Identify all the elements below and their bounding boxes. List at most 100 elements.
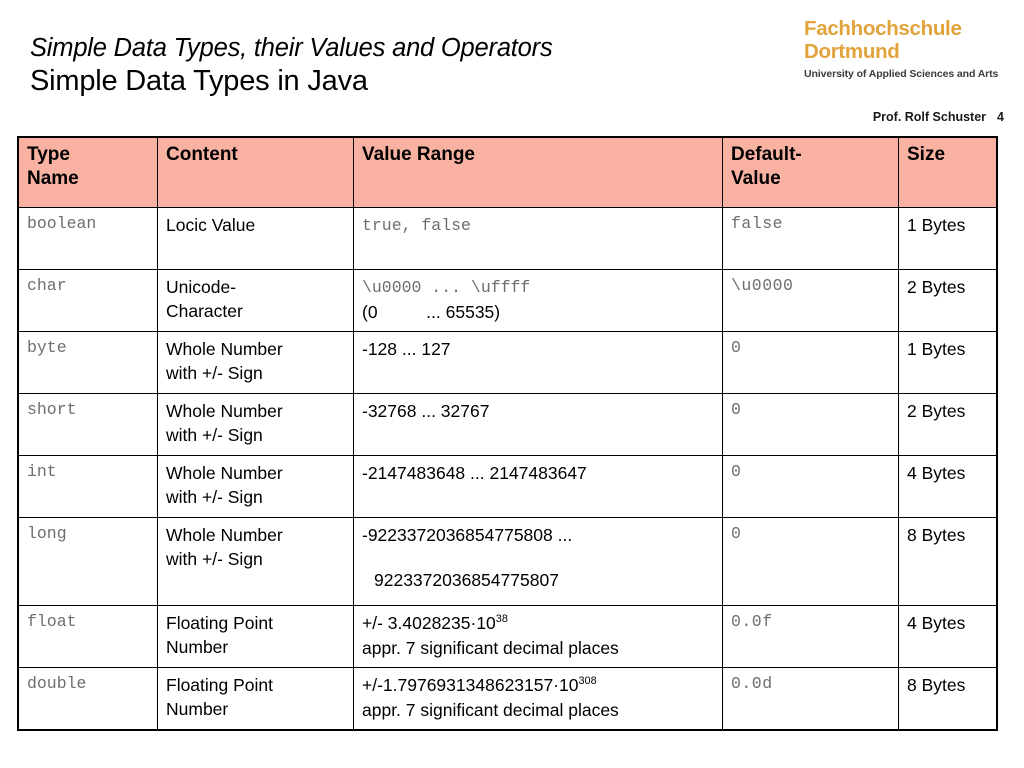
- cell-content-line1: Floating Point: [166, 613, 274, 633]
- cell-content-line1: Unicode-: [166, 277, 237, 297]
- range-exponent: 38: [495, 613, 508, 626]
- cell-size: 8 Bytes: [898, 517, 997, 606]
- column-header-default-value-l1: Default-: [731, 144, 802, 165]
- cell-size: 2 Bytes: [898, 393, 997, 456]
- column-header-type-name: Type Name: [18, 137, 158, 208]
- cell-value-range: +/- 3.4028235·1038 appr. 7 significant de…: [353, 605, 723, 668]
- cell-type-name: float: [18, 605, 158, 668]
- cell-content: Unicode- Character: [157, 269, 354, 332]
- table-row: long Whole Number with +/- Sign -9223372036…: [18, 517, 997, 606]
- cell-content-line2: Character: [166, 301, 243, 321]
- cell-value-range: -2147483648 ... 2147483647: [353, 455, 723, 518]
- cell-type-name: short: [18, 393, 158, 456]
- page-number: 4: [997, 110, 1004, 124]
- logo-line-fachhochschule: Fachhochschule: [804, 17, 962, 40]
- cell-content-line1: Whole Number: [166, 463, 283, 483]
- column-header-type-name-l1: Type: [27, 144, 70, 165]
- cell-value-range: -128 ... 127: [353, 331, 723, 394]
- cell-default-value: false: [722, 207, 899, 270]
- cell-content: Whole Number with +/- Sign: [157, 393, 354, 456]
- cell-content: Floating Point Number: [157, 667, 354, 730]
- cell-type-name: boolean: [18, 207, 158, 270]
- range-exponent: 308: [578, 675, 597, 688]
- cell-value-range-line1: \u0000 ... \uffff: [362, 278, 531, 297]
- cell-value-range: \u0000 ... \uffff (0 ... 65535): [353, 269, 723, 332]
- table-row: boolean Locic Value true, false false 1 Byte…: [18, 207, 997, 270]
- column-header-default-value: Default- Value: [722, 137, 899, 208]
- table-row: float Floating Point Number +/- 3.4028235·1…: [18, 605, 997, 668]
- cell-value-range-line1: -2147483648 ... 2147483647: [362, 463, 587, 483]
- cell-default-value: 0.0f: [722, 605, 899, 668]
- cell-content: Locic Value: [157, 207, 354, 270]
- cell-content-line2: with +/- Sign: [166, 487, 263, 507]
- cell-default-value: 0: [722, 393, 899, 456]
- cell-type-name: int: [18, 455, 158, 518]
- range-mantissa: +/-1.7976931348623157·10: [362, 675, 579, 695]
- author-and-page: Prof. Rolf Schuster 4: [873, 110, 1004, 124]
- institution-logo: Fachhochschule Dortmund University of Ap…: [804, 17, 1004, 80]
- logo-tagline: University of Applied Sciences and Arts: [804, 68, 999, 80]
- cell-content-line2: Number: [166, 699, 229, 719]
- cell-value-range-line2: appr. 7 significant decimal places: [362, 700, 619, 720]
- cell-content-line1: Locic Value: [166, 215, 256, 235]
- cell-type-name: byte: [18, 331, 158, 394]
- column-header-type-name-l2: Name: [27, 168, 79, 189]
- page-title: Simple Data Types in Java: [30, 65, 368, 97]
- column-header-default-value-l2: Value: [731, 168, 781, 189]
- cell-value-range: +/-1.7976931348623157·10308 appr. 7 signi…: [353, 667, 723, 730]
- cell-default-value: 0: [722, 331, 899, 394]
- slide-subtitle: Simple Data Types, their Values and Oper…: [30, 34, 553, 62]
- cell-size: 2 Bytes: [898, 269, 997, 332]
- cell-content: Whole Number with +/- Sign: [157, 455, 354, 518]
- cell-type-name: long: [18, 517, 158, 606]
- cell-size: 4 Bytes: [898, 455, 997, 518]
- cell-value-range-line2: 9223372036854775807: [374, 570, 559, 590]
- cell-content-line2: Number: [166, 637, 229, 657]
- table-row: int Whole Number with +/- Sign -2147483648 …: [18, 455, 997, 518]
- cell-default-value: 0: [722, 517, 899, 606]
- logo-line-dortmund: Dortmund: [804, 40, 900, 63]
- cell-default-value: \u0000: [722, 269, 899, 332]
- cell-value-range: -32768 ... 32767: [353, 393, 723, 456]
- cell-value-range-line2: appr. 7 significant decimal places: [362, 638, 619, 658]
- cell-value-range-line1: -32768 ... 32767: [362, 401, 490, 421]
- column-header-content: Content: [157, 137, 354, 208]
- range-mantissa: +/- 3.4028235·10: [362, 613, 496, 633]
- table-row: byte Whole Number with +/- Sign -128 ... 12…: [18, 331, 997, 394]
- cell-content-line2: with +/- Sign: [166, 425, 263, 445]
- cell-content: Floating Point Number: [157, 605, 354, 668]
- table-row: double Floating Point Number +/-1.797693134…: [18, 667, 997, 730]
- data-types-table: Type Name Content Value Range Default- V…: [17, 136, 998, 731]
- cell-content-line1: Whole Number: [166, 525, 283, 545]
- cell-value-range-line1: -9223372036854775808 ...: [362, 525, 573, 545]
- slide-header: Simple Data Types, their Values and Oper…: [0, 0, 1024, 132]
- cell-content-line2: with +/- Sign: [166, 549, 263, 569]
- column-header-value-range: Value Range: [353, 137, 723, 208]
- cell-size: 1 Bytes: [898, 331, 997, 394]
- cell-content-line1: Whole Number: [166, 401, 283, 421]
- cell-value-range: true, false: [353, 207, 723, 270]
- cell-content-line2: with +/- Sign: [166, 363, 263, 383]
- cell-value-range-line2: (0 ... 65535): [362, 302, 501, 322]
- table-row: char Unicode- Character \u0000 ... \uffff (0…: [18, 269, 997, 332]
- cell-content-line1: Whole Number: [166, 339, 283, 359]
- cell-size: 4 Bytes: [898, 605, 997, 668]
- data-types-table-body: boolean Locic Value true, false false 1 Byte…: [18, 207, 997, 730]
- cell-value-range-line1: -128 ... 127: [362, 339, 451, 359]
- cell-default-value: 0.0d: [722, 667, 899, 730]
- cell-content-line1: Floating Point: [166, 675, 274, 695]
- cell-content: Whole Number with +/- Sign: [157, 517, 354, 606]
- cell-size: 8 Bytes: [898, 667, 997, 730]
- cell-value-range: -9223372036854775808 ... 9223372036854775…: [353, 517, 723, 606]
- table-header-row: Type Name Content Value Range Default- V…: [18, 137, 997, 208]
- column-header-size: Size: [898, 137, 997, 208]
- title-block: Simple Data Types, their Values and Oper…: [30, 33, 730, 100]
- cell-size: 1 Bytes: [898, 207, 997, 270]
- cell-type-name: char: [18, 269, 158, 332]
- cell-content: Whole Number with +/- Sign: [157, 331, 354, 394]
- cell-value-range-line1: +/- 3.4028235·1038: [362, 611, 714, 636]
- cell-value-range-line1: +/-1.7976931348623157·10308: [362, 673, 714, 698]
- cell-default-value: 0: [722, 455, 899, 518]
- author-name: Prof. Rolf Schuster: [872, 110, 987, 124]
- table-row: short Whole Number with +/- Sign -32768 ...…: [18, 393, 997, 456]
